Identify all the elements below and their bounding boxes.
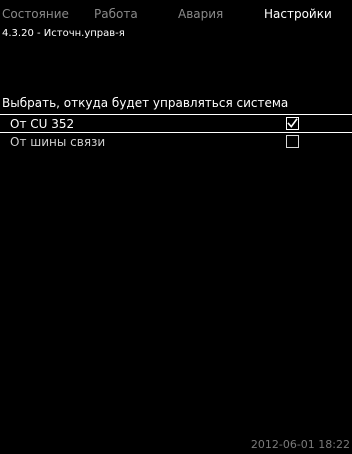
option-cu352[interactable]: От CU 352 — [0, 114, 352, 133]
page-heading: Выбрать, откуда будет управляться систем… — [2, 96, 289, 110]
option-bus[interactable]: От шины связи — [0, 133, 352, 152]
tab-alarm[interactable]: Авария — [178, 6, 223, 22]
timestamp: 2012-06-01 18:22 — [250, 438, 350, 451]
checkbox-unchecked[interactable] — [286, 135, 299, 148]
breadcrumb: 4.3.20 - Источн.управ-я — [2, 28, 125, 39]
tab-operation[interactable]: Работа — [94, 6, 138, 22]
tab-status[interactable]: Состояние — [2, 6, 69, 22]
tab-bar: Состояние Работа Авария Настройки — [0, 6, 352, 22]
checkmark-icon — [287, 118, 298, 128]
control-source-options: От CU 352 От шины связи — [0, 114, 352, 152]
checkbox-checked[interactable] — [286, 117, 299, 130]
tab-settings[interactable]: Настройки — [264, 6, 332, 22]
option-label: От CU 352 — [10, 117, 75, 131]
option-label: От шины связи — [10, 135, 106, 149]
